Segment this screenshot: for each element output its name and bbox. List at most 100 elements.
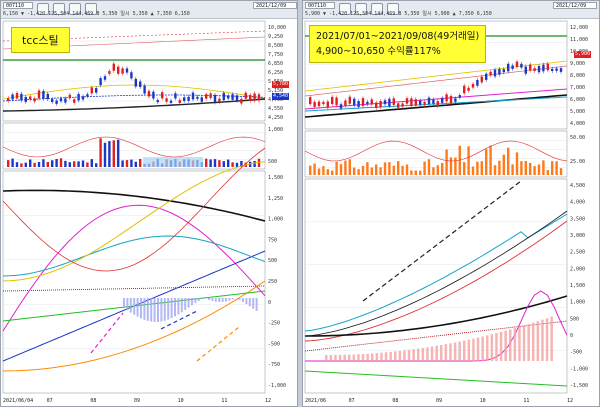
histogram-bar: [123, 298, 125, 308]
histogram-bar: [527, 324, 530, 361]
candle-body: [445, 94, 448, 102]
histogram-bar: [325, 355, 328, 361]
date-label: 08: [90, 398, 96, 404]
histogram-bar: [371, 353, 374, 361]
date-label: 07: [349, 398, 355, 404]
histogram-bar: [421, 347, 425, 361]
osc-axis-label: 3,000: [570, 233, 585, 239]
osc-axis-label: 1,000: [268, 217, 283, 223]
osc-axis-label: 250: [268, 279, 277, 285]
osc-axis-label: 0: [268, 300, 271, 306]
candle-body: [112, 63, 115, 71]
histogram-bar: [252, 298, 255, 309]
volume-bar: [485, 149, 488, 175]
price-axis-label: 7,750: [268, 52, 283, 58]
candle-body: [454, 98, 457, 102]
volume-bar: [502, 154, 505, 175]
candle-body: [432, 99, 435, 104]
volume-bar: [218, 160, 221, 167]
candle-body: [379, 101, 382, 108]
volume-bar: [432, 167, 435, 175]
candle-body: [86, 94, 89, 97]
volume-bar: [383, 162, 387, 175]
price-axis-label: 6,850: [268, 61, 283, 67]
candle-body: [253, 93, 256, 101]
candle-body: [507, 63, 510, 72]
candle-body: [485, 73, 488, 80]
histogram-bar: [221, 298, 224, 302]
candle-body: [235, 95, 239, 101]
histogram-bar: [490, 334, 494, 361]
histogram-bar: [398, 350, 402, 361]
histogram-bar: [167, 298, 170, 320]
candle-body: [423, 101, 426, 106]
date-label: 10: [480, 398, 486, 404]
volume-bar: [326, 169, 329, 175]
volume-bar: [253, 160, 256, 167]
stock-chart-left[interactable]: 10,0009,2508,5007,7506,8506,2505,5505,15…: [1, 1, 298, 407]
volume-bar: [11, 158, 14, 167]
volume-bar: [64, 160, 67, 167]
candle-body: [520, 63, 523, 68]
candle-body: [156, 100, 159, 103]
volume-bar: [227, 159, 230, 167]
candle-body: [361, 98, 365, 106]
candle-body: [187, 96, 190, 101]
volume-bar: [95, 163, 98, 167]
osc-axis-label: -500: [268, 341, 280, 347]
candle-body: [178, 100, 181, 103]
osc-axis-label: -1,500: [570, 383, 588, 389]
volume-bar: [42, 159, 45, 167]
volume-bar: [73, 161, 76, 167]
histogram-bar: [204, 298, 207, 299]
histogram-bar: [472, 338, 475, 361]
chart-pane-right[interactable]: 007110 2021/12/09 5,900 ▼ -1,420 125,504…: [302, 0, 600, 407]
histogram-bar: [218, 298, 221, 302]
histogram-bar: [541, 319, 544, 361]
candle-body: [353, 98, 356, 106]
candle-body: [480, 76, 483, 83]
chart-pane-left[interactable]: 007110 2021/12/09 6,150 ▼ -1,420 125,504…: [0, 0, 298, 407]
histogram-bar: [180, 298, 183, 313]
histogram-bar: [191, 298, 193, 306]
candle-body: [392, 98, 395, 105]
volume-bar: [348, 159, 351, 175]
candle-body: [209, 93, 212, 99]
volume-bar: [59, 158, 63, 167]
candle-body: [152, 91, 155, 99]
candle-body: [191, 92, 195, 100]
volume-bar: [139, 158, 142, 167]
candle-body: [511, 65, 514, 69]
volume-bar: [339, 164, 343, 175]
volume-bar: [445, 149, 448, 175]
histogram-bar: [129, 298, 132, 313]
candle-body: [240, 98, 243, 104]
volume-bar: [467, 146, 470, 175]
candle-body: [196, 96, 199, 99]
candle-body: [410, 98, 413, 107]
volume-bar: [507, 147, 510, 175]
volume-bar: [353, 167, 356, 175]
volume-bar: [379, 167, 382, 175]
volume-bar: [77, 161, 80, 167]
candle-body: [99, 78, 102, 86]
volume-bar: [542, 160, 545, 175]
volume-bar: [68, 162, 71, 167]
volume-bar: [388, 162, 391, 175]
volume-bar: [24, 162, 27, 167]
volume-bar: [81, 160, 85, 167]
candle-body: [165, 98, 168, 102]
candle-body: [64, 98, 67, 103]
candle-body: [366, 101, 369, 105]
histogram-bar: [157, 298, 159, 322]
volume-bar: [134, 161, 137, 167]
volume-bar: [213, 159, 217, 167]
price-axis-label: 4,250: [268, 115, 283, 121]
volume-bar: [108, 141, 111, 167]
volume-bar: [441, 163, 444, 175]
histogram-bar: [550, 316, 553, 361]
candle-body: [458, 95, 461, 98]
candle-body: [335, 97, 338, 106]
price-axis-label: 4,550: [268, 106, 283, 112]
date-label: 08: [392, 398, 398, 404]
